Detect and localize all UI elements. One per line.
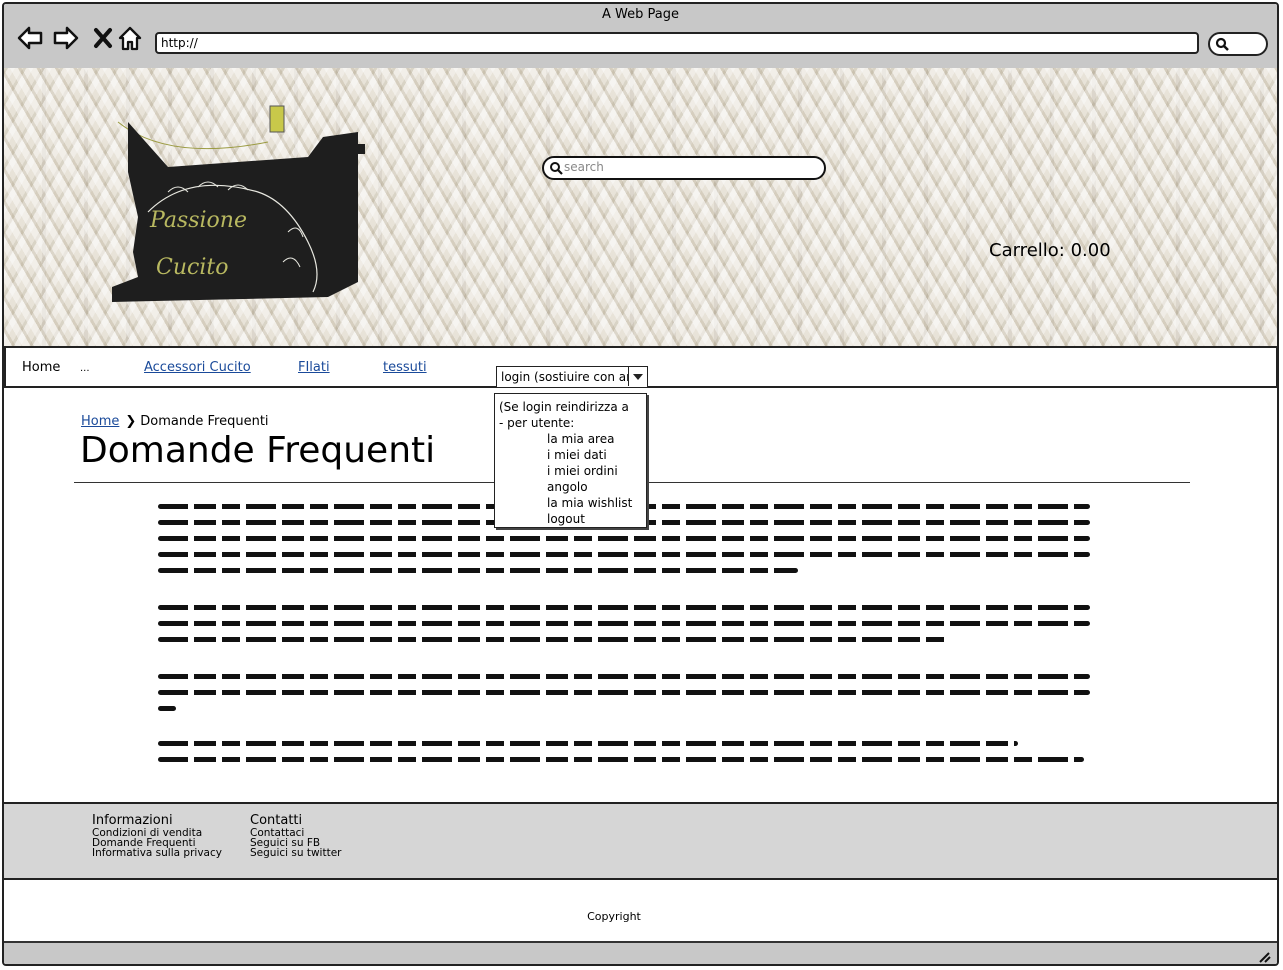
window-title: A Web Page <box>602 7 679 22</box>
menu-item-wishlist[interactable]: la mia wishlist <box>547 496 632 510</box>
login-select[interactable]: login (sostiuire con area <box>496 366 648 388</box>
menu-item-angolo[interactable]: angolo <box>547 480 588 494</box>
search-icon <box>1215 37 1229 51</box>
search-input[interactable]: search <box>542 156 826 180</box>
cart-total[interactable]: Carrello: 0.00 <box>989 240 1111 261</box>
sewing-machine-logo[interactable]: Passione Cucito <box>108 102 378 312</box>
text-block-2 <box>158 605 1090 653</box>
text-block-3 <box>158 674 1090 722</box>
status-bar <box>4 941 1277 964</box>
footer-link-twitter[interactable]: Seguici su twitter <box>250 848 342 859</box>
menu-item-i-miei-dati[interactable]: i miei dati <box>547 448 607 462</box>
search-icon <box>550 162 563 175</box>
menu-item-logout[interactable]: logout <box>547 512 585 526</box>
browser-chrome: A Web Page http:// <box>4 4 1277 70</box>
close-icon[interactable] <box>90 24 118 52</box>
page-title: Domande Frequenti <box>80 430 436 471</box>
menu-item-la-mia-area[interactable]: la mia area <box>547 432 614 446</box>
back-icon[interactable] <box>16 24 44 52</box>
nav-home[interactable]: Home <box>22 360 60 375</box>
forward-icon[interactable] <box>52 24 80 52</box>
login-dropdown-menu: (Se login reindirizza a - per utente: la… <box>494 393 647 528</box>
menu-item-i-miei-ordini[interactable]: i miei ordini <box>547 464 618 478</box>
text-block-4 <box>158 741 1090 773</box>
resize-grip-icon[interactable] <box>1257 951 1271 963</box>
browser-window: A Web Page http:// Passione Cucito searc… <box>2 2 1279 966</box>
search-placeholder: search <box>564 160 604 174</box>
nav-link-tessuti[interactable]: tessuti <box>383 360 427 375</box>
breadcrumb: Home ❯ Domande Frequenti <box>81 414 269 429</box>
url-bar[interactable]: http:// <box>155 32 1199 54</box>
main-nav: Home ... Accessori Cucito FIlati tessuti… <box>4 346 1277 388</box>
login-select-value: login (sostiuire con area <box>501 370 629 384</box>
footer-info-heading: Informazioni <box>92 813 173 828</box>
footer-info-column: Informazioni Condizioni di vendita Doman… <box>92 813 222 859</box>
logo-text-cucito: Cucito <box>156 255 228 280</box>
footer-contacts-column: Contatti Contattaci Seguici su FB Seguic… <box>250 813 342 859</box>
chevron-down-icon[interactable] <box>628 367 647 386</box>
footer-link-privacy[interactable]: Informativa sulla privacy <box>92 848 222 859</box>
dropdown-note-user: - per utente: <box>499 416 575 430</box>
dropdown-note: (Se login reindirizza a <box>499 400 629 414</box>
nav-ellipsis[interactable]: ... <box>80 363 90 374</box>
nav-link-accessori[interactable]: Accessori Cucito <box>144 360 251 375</box>
chevron-right-icon: ❯ <box>125 414 137 429</box>
footer-contacts-heading: Contatti <box>250 813 303 828</box>
footer: Informazioni Condizioni di vendita Doman… <box>4 802 1277 880</box>
home-icon[interactable] <box>116 24 144 52</box>
breadcrumb-current: Domande Frequenti <box>140 414 269 429</box>
header-banner: Passione Cucito search Carrello: 0.00 <box>4 68 1277 346</box>
copyright: Copyright <box>587 910 641 923</box>
logo-text-passione: Passione <box>149 208 247 233</box>
browser-search-field[interactable] <box>1208 32 1268 56</box>
nav-link-filati[interactable]: FIlati <box>298 360 330 375</box>
breadcrumb-home[interactable]: Home <box>81 414 119 429</box>
